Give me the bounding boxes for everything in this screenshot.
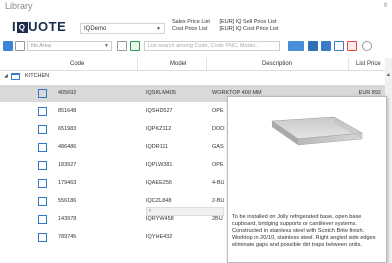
column-header-list-price[interactable]: List Price [356, 61, 381, 67]
cost-price-list-label: Cost Price List [172, 26, 208, 32]
toolbar: No Area ▼ List search among Code, Code P… [0, 39, 392, 54]
list-view-icon[interactable] [15, 41, 25, 51]
column-header-model[interactable]: Model [170, 61, 186, 67]
grid-icon[interactable] [321, 41, 331, 51]
area-select-value: No Area [31, 43, 51, 49]
cell-model: IQSKLM405 [146, 90, 176, 96]
cell-code: 851648 [58, 108, 77, 114]
account-select-value: IQDemo [84, 26, 107, 32]
scroll-up-icon[interactable]: ▲ [386, 72, 391, 78]
folder-icon [11, 73, 20, 80]
cell-code: 143978 [58, 216, 77, 222]
refresh-icon[interactable] [362, 41, 372, 51]
title-bar: Library ⇳ [0, 0, 392, 14]
group-label: KITCHEN [25, 73, 50, 79]
cell-model: IQSHD527 [146, 108, 173, 114]
column-divider[interactable] [206, 58, 207, 71]
iquote-logo: I Q UOTE [12, 19, 67, 34]
cell-model: IQRYW458 [146, 216, 174, 222]
product-checkbox-icon[interactable] [38, 161, 47, 170]
area-dropdown-icon[interactable] [117, 41, 127, 51]
cost-price-list-value: [EUR] IQ Cost Price List [219, 26, 279, 32]
chart-icon[interactable] [308, 41, 318, 51]
account-select[interactable]: IQDemo ▼ [80, 23, 165, 34]
area-select[interactable]: No Area ▼ [27, 41, 112, 51]
scroll-left-icon[interactable]: ‹ [149, 208, 151, 214]
chevron-down-icon: ▼ [156, 26, 161, 32]
clear-filter-icon[interactable] [347, 41, 357, 51]
window-title: Library [5, 1, 33, 11]
header: I Q UOTE IQDemo ▼ Sales Price List [EUR] I… [0, 14, 392, 38]
price-list-info: Sales Price List [EUR] IQ Sell Price Lis… [172, 19, 279, 33]
cell-model: IQYHE432 [146, 234, 173, 240]
cell-model: IQPKZ112 [146, 126, 172, 132]
product-tooltip: To be installed on Jolly refrigerated ba… [227, 96, 387, 263]
search-placeholder: List search among Code, Code PNC, Model.… [148, 43, 260, 49]
apply-filter-icon[interactable] [130, 41, 140, 51]
cell-code: 651983 [58, 126, 77, 132]
column-chooser-icon[interactable] [288, 41, 304, 51]
product-checkbox-icon[interactable] [38, 107, 47, 116]
product-checkbox-icon[interactable] [38, 233, 47, 242]
worktop-product-image [271, 116, 363, 146]
cell-code: 556186 [58, 198, 77, 204]
table-header: Code Model Description List Price [0, 58, 385, 71]
horizontal-scrollbar[interactable]: ‹ [146, 207, 224, 216]
collapse-triangle-icon[interactable]: ◢ [4, 73, 8, 79]
cell-code: 405692 [58, 90, 77, 96]
cell-model: IQAEE256 [146, 180, 172, 186]
filter-icon[interactable] [334, 41, 344, 51]
product-checkbox-icon[interactable] [38, 125, 47, 134]
product-checkbox-icon[interactable] [38, 89, 47, 98]
pin-icon[interactable]: ⇳ [383, 2, 388, 9]
column-divider[interactable] [348, 58, 349, 71]
product-checkbox-icon[interactable] [38, 215, 47, 224]
tooltip-description: To be installed on Jolly refrigerated ba… [232, 214, 376, 248]
column-header-description[interactable]: Description [262, 61, 292, 67]
product-checkbox-icon[interactable] [38, 143, 47, 152]
sales-price-list-value: [EUR] IQ Sell Price List [219, 19, 277, 25]
cell-model: IQCZL848 [146, 198, 172, 204]
cell-code: 486486 [58, 144, 77, 150]
search-input[interactable]: List search among Code, Code PNC, Model.… [144, 41, 280, 51]
cell-model: IQDR111 [146, 144, 169, 150]
tree-view-icon[interactable] [3, 41, 13, 51]
group-row-kitchen[interactable]: ◢ KITCHEN [0, 71, 385, 82]
cell-code: 183927 [58, 162, 77, 168]
cell-model: IQPLW381 [146, 162, 173, 168]
column-header-code[interactable]: Code [70, 61, 84, 67]
product-checkbox-icon[interactable] [38, 197, 47, 206]
sales-price-list-label: Sales Price List [172, 19, 210, 25]
cell-code: 789745 [58, 234, 77, 240]
cell-code: 179463 [58, 180, 77, 186]
column-divider[interactable] [137, 58, 138, 71]
chevron-down-icon: ▼ [104, 43, 109, 49]
product-checkbox-icon[interactable] [38, 179, 47, 188]
